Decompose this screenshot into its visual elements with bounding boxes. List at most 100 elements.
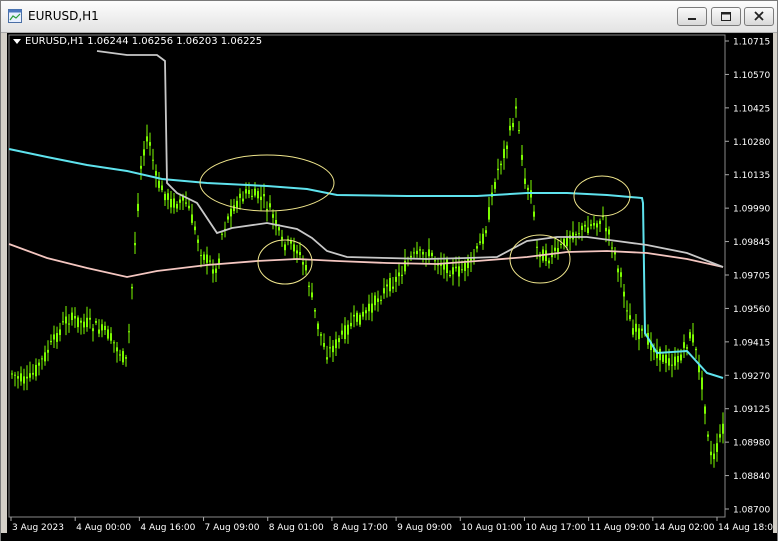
candle-body [59,329,61,335]
candle-body [266,209,268,211]
time-tick-label: 10 Aug 17:00 [525,523,586,533]
candle-body [278,227,280,231]
candle-body [344,325,346,340]
candle-body [71,312,73,321]
candle-body [494,182,496,189]
candle-body [707,434,709,437]
close-button[interactable] [744,7,774,26]
candle-body [623,291,625,297]
candle-body [245,189,247,194]
candle-body [533,211,535,217]
candle-body [17,376,19,379]
candle-body [263,194,265,197]
candle-body [467,258,469,269]
candle-body [239,193,241,198]
candle-body [191,214,193,223]
candle-body [62,321,64,323]
candle-body [269,203,271,208]
candle-body [503,148,505,159]
candle-body [38,362,40,366]
candle-body [419,249,421,251]
candle-body [260,196,262,201]
candle-body [545,250,547,262]
price-tick-label: 1.09560 [733,305,770,315]
candle-body [212,269,214,274]
candle-body [566,236,568,247]
candle-body [386,284,388,287]
candle-body [434,260,436,262]
time-tick-label: 14 Aug 02:00 [654,523,715,533]
candle-body [161,185,163,191]
candle-body [560,243,562,245]
candle-body [683,342,685,348]
candle-body [611,247,613,249]
price-tick-label: 1.08700 [733,506,770,516]
candle-body [719,434,721,438]
candle-body [56,333,58,342]
maximize-button[interactable] [711,7,741,26]
candle-body [659,348,661,361]
candle-body [41,358,43,360]
candle-body [119,354,121,356]
candle-body [377,298,379,302]
chart-canvas[interactable]: 1.10715 1.10570 1.10425 1.10280 1.10135 1.099… [7,33,778,533]
candle-body [500,163,502,166]
minimize-button[interactable] [677,7,707,26]
candle-body [383,288,385,294]
candle-body [590,224,592,226]
candle-body [176,203,178,209]
candle-body [113,342,115,344]
candle-body [68,323,70,325]
time-tick-label: 8 Aug 01:00 [269,523,324,533]
candle-body [518,130,520,132]
candle-body [548,260,550,264]
candle-body [362,311,364,317]
candle-body [617,268,619,273]
time-tick-label: 4 Aug 16:00 [140,523,195,533]
candle-body [347,324,349,335]
candle-body [164,193,166,201]
candle-body [155,171,157,176]
candle-body [701,377,703,390]
candle-body [455,266,457,269]
candle-body [416,250,418,255]
candle-body [299,252,301,256]
candle-body [89,317,91,320]
candle-body [26,376,28,379]
candle-body [107,329,109,339]
ma-silver-line [96,50,724,268]
candle-body [203,254,205,260]
candle-body [686,347,688,349]
candle-body [74,316,76,319]
price-tick-label: 1.09705 [733,272,770,282]
candle-body [446,259,448,274]
chart-menu-triangle-icon[interactable] [13,38,21,44]
price-tick-label: 1.08980 [733,439,770,449]
candle-body [458,266,460,277]
candle-body [140,165,142,169]
candle-body [635,323,637,332]
candle-body [515,106,517,109]
candle-body [677,356,679,363]
time-tick-label: 7 Aug 09:00 [205,523,260,533]
candle-body [134,242,136,246]
candle-body [14,374,16,376]
candle-body [572,232,574,240]
chart-window: EURUSD,H1 1.10715 1.10570 1.10425 1.10280 1.… [0,0,778,541]
price-tick-label: 1.09125 [733,405,770,415]
candle-body [197,239,199,243]
candle-body [152,159,154,161]
candle-body [47,349,49,353]
price-chart[interactable]: 1.10715 1.10570 1.10425 1.10280 1.10135 1.099… [7,33,778,533]
candle-body [431,252,433,257]
candle-body [389,278,391,292]
candle-body [398,272,400,277]
candle-body [626,310,628,312]
candle-body [311,292,313,298]
candle-body [638,328,640,340]
candle-body [578,233,580,235]
candle-body [221,233,223,235]
title-bar[interactable]: EURUSD,H1 [1,1,777,33]
ma-pink-line [8,243,724,278]
price-tick-label: 1.09415 [733,338,770,348]
